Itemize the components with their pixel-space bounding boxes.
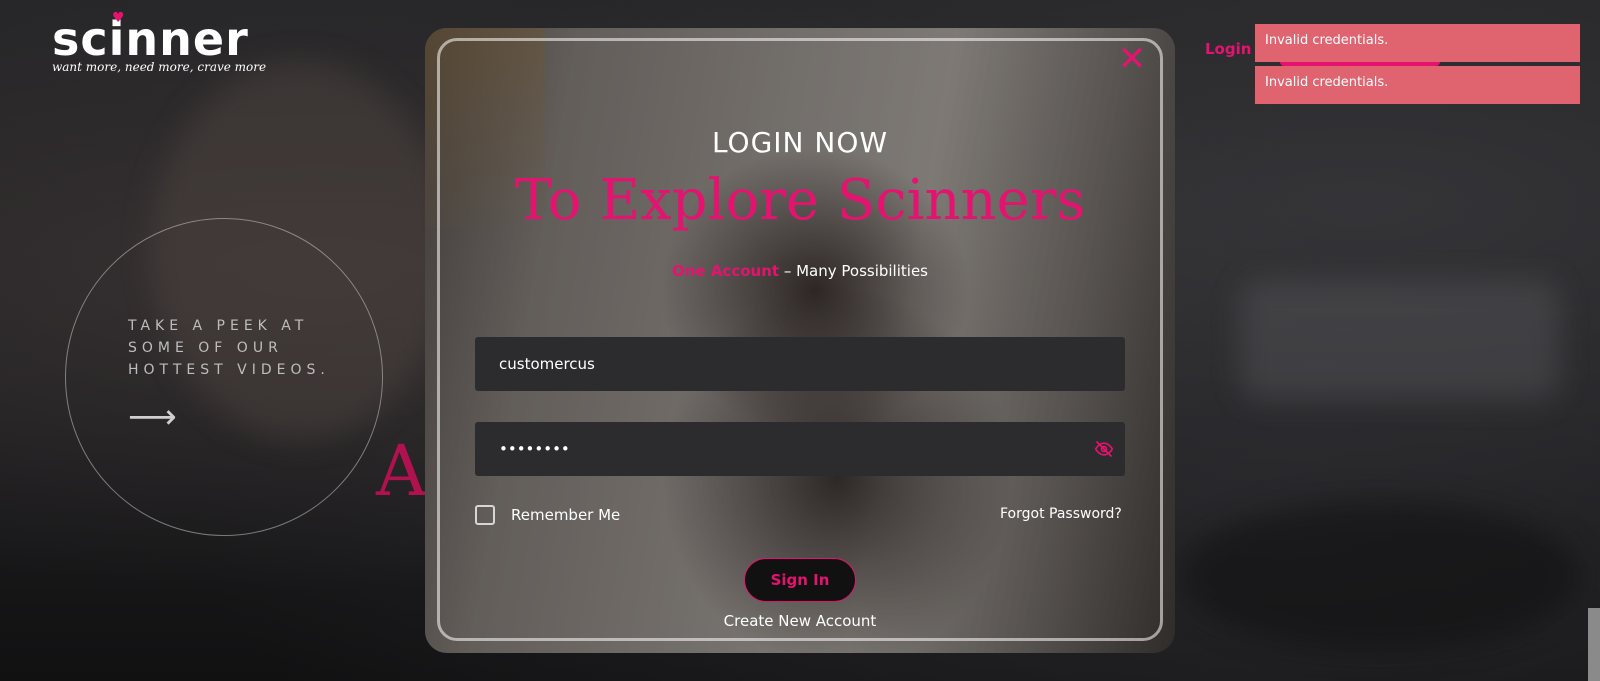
background-blur <box>1180 500 1580 650</box>
forgot-password-link[interactable]: Forgot Password? <box>1000 506 1122 522</box>
background-blur <box>1240 280 1560 400</box>
site-logo[interactable]: scinner ♥ want more, need more, crave mo… <box>52 10 267 74</box>
remember-me[interactable]: Remember Me <box>475 505 620 525</box>
sign-in-button[interactable]: Sign In <box>744 558 856 602</box>
error-toast[interactable]: Invalid credentials. <box>1255 66 1580 104</box>
modal-heading: LOGIN NOW <box>711 126 889 159</box>
peek-videos-text: TAKE A PEEK AT SOME OF OUR HOTTEST VIDEO… <box>128 318 330 378</box>
peek-videos-circle[interactable]: TAKE A PEEK AT SOME OF OUR HOTTEST VIDEO… <box>65 218 383 536</box>
modal-tagline: One Account – Many Possibilities <box>425 262 1175 280</box>
password-field-container <box>475 422 1125 476</box>
modal-subheading: To Explore Scinners <box>514 168 1086 233</box>
nav-login-link[interactable]: Login <box>1205 40 1251 58</box>
close-icon[interactable]: ✕ <box>1115 42 1149 76</box>
toast-message: Invalid credentials. <box>1265 33 1389 48</box>
error-toast[interactable]: Invalid credentials. <box>1255 24 1580 62</box>
toast-message: Invalid credentials. <box>1265 75 1389 90</box>
tagline-rest: – Many Possibilities <box>779 262 928 280</box>
remember-me-checkbox[interactable] <box>475 505 495 525</box>
username-field-container <box>475 337 1125 391</box>
heart-icon: ♥ <box>112 10 125 26</box>
login-modal: ✕ LOGIN NOW To Explore Scinners One Acco… <box>425 28 1175 653</box>
logo-tagline: want more, need more, crave more <box>52 60 267 74</box>
remember-me-label: Remember Me <box>511 506 621 524</box>
password-input[interactable] <box>475 422 1125 476</box>
arrow-right-icon[interactable]: ⟶ <box>128 397 177 437</box>
create-account-link[interactable]: Create New Account <box>425 612 1175 630</box>
eye-off-icon[interactable] <box>1093 439 1115 459</box>
logo-wordmark: scinner <box>52 12 249 66</box>
username-input[interactable] <box>475 337 1125 391</box>
scrollbar-thumb[interactable] <box>1588 608 1600 681</box>
tagline-accent: One Account <box>672 262 780 280</box>
page: scinner ♥ want more, need more, crave mo… <box>0 0 1600 681</box>
hero-partial-letter: A <box>376 430 427 512</box>
